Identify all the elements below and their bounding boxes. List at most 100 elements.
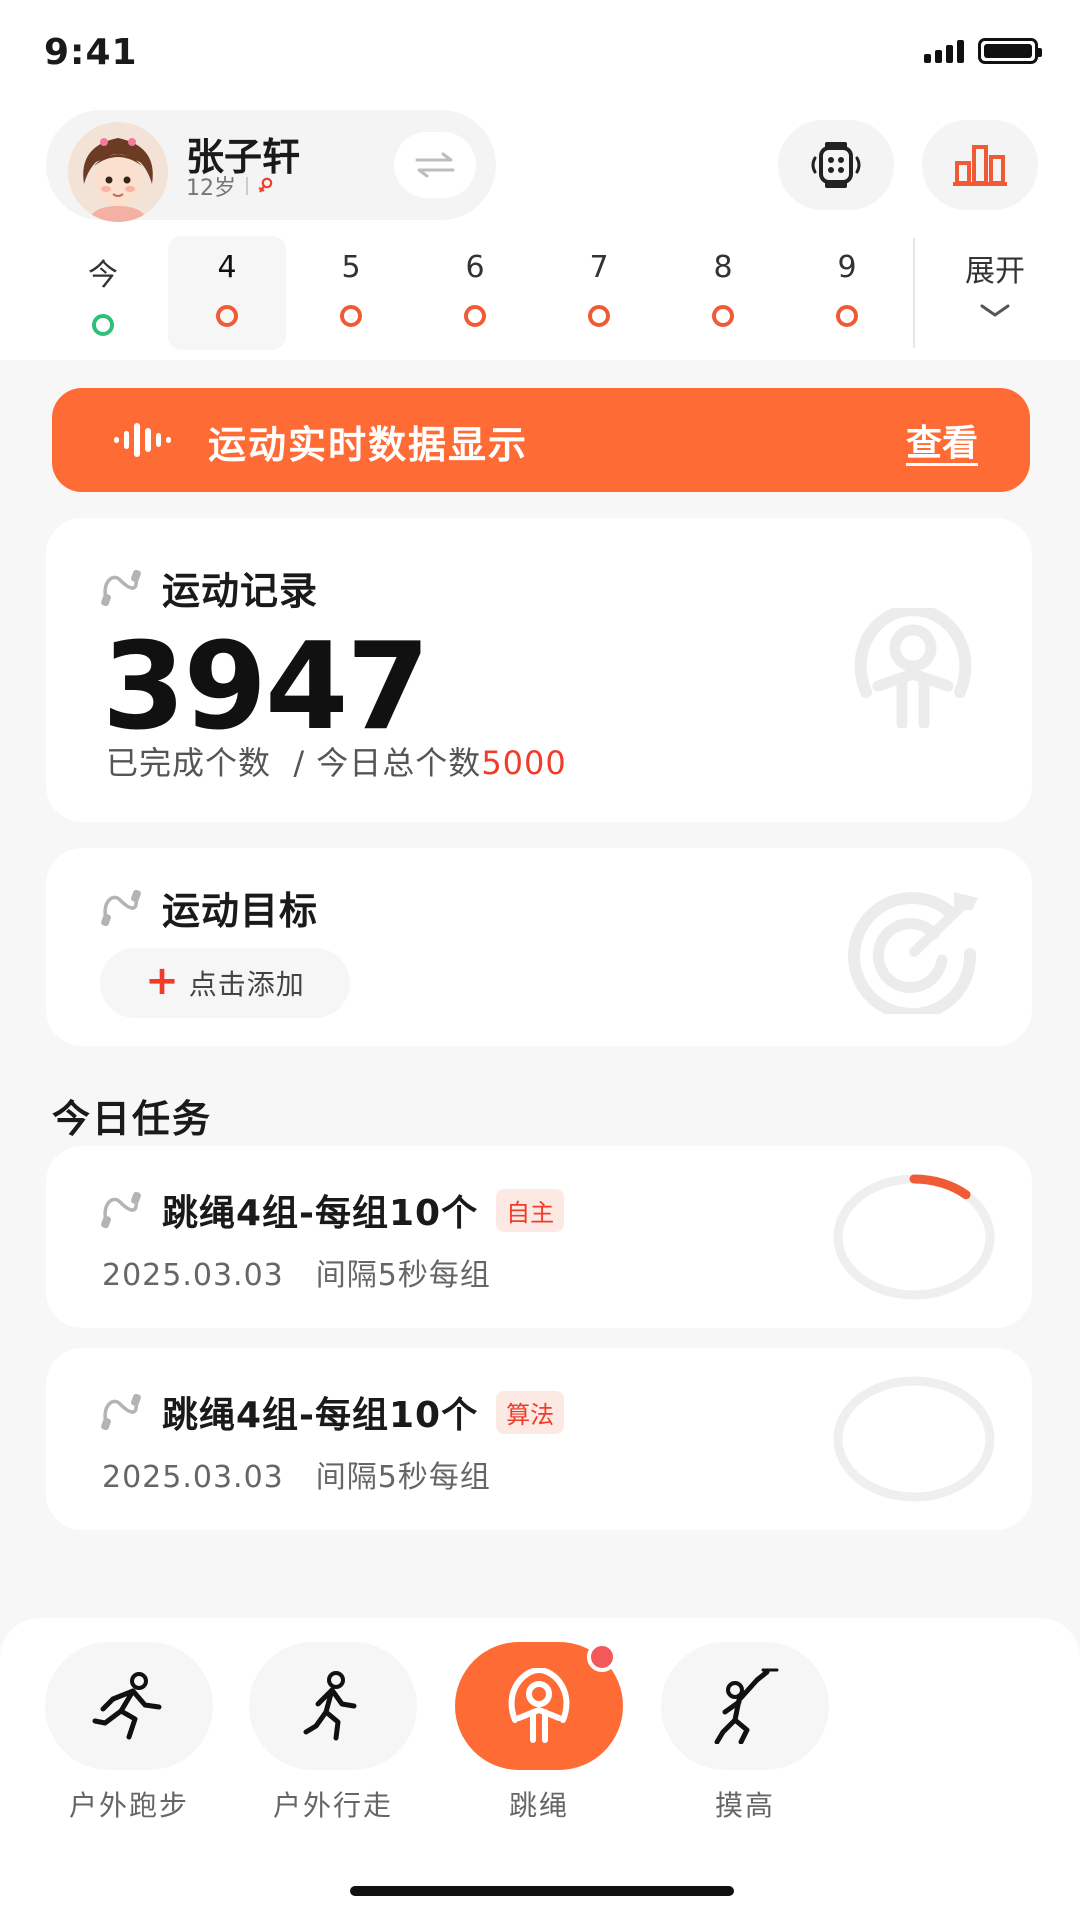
bar-chart-icon: [953, 145, 1007, 186]
status-dot: [588, 305, 610, 327]
banner-title: 运动实时数据显示: [208, 423, 529, 467]
jump-rope-icon: [101, 569, 141, 606]
jump-rope-person-icon: [854, 608, 972, 728]
task-meta: 2025.03.03 间隔5秒每组: [102, 1452, 491, 1496]
date-item-today[interactable]: 今: [44, 236, 162, 350]
card-title: 运动目标: [162, 889, 319, 933]
date-item-5[interactable]: 5: [292, 236, 410, 350]
nav-jump-rope[interactable]: 跳绳: [454, 1642, 624, 1824]
task-card[interactable]: 跳绳4组-每组10个 自主 2025.03.03 间隔5秒每组: [46, 1146, 1032, 1328]
age-divider: [246, 177, 248, 195]
battery-icon: [978, 38, 1042, 64]
status-time: 9:41: [44, 32, 138, 73]
daily-total: 5000: [481, 744, 567, 782]
nav-label: 摸高: [714, 1789, 775, 1822]
completed-count: 3947: [102, 618, 430, 757]
exercise-record-card[interactable]: 运动记录 3947 已完成个数 / 今日总个数5000: [46, 518, 1032, 822]
date-label: 今: [88, 258, 118, 293]
task-date: 2025.03.03: [102, 1460, 284, 1495]
smartwatch-icon: [811, 142, 861, 188]
section-title: 今日任务: [52, 1097, 213, 1141]
nav-label: 跳绳: [508, 1789, 569, 1822]
sound-wave-icon: [114, 423, 171, 457]
date-label: 5: [341, 250, 361, 285]
expand-label: 展开: [965, 254, 1025, 289]
status-dot: [464, 305, 486, 327]
running-icon: [92, 1672, 162, 1740]
status-icons: [924, 38, 1042, 64]
task-note: 间隔5秒每组: [315, 1460, 491, 1495]
jump-rope-icon: [101, 1191, 141, 1229]
task-header: 跳绳4组-每组10个 算法: [98, 1386, 565, 1438]
task-note: 间隔5秒每组: [315, 1258, 491, 1293]
date-item-6[interactable]: 6: [416, 236, 534, 350]
exercise-goal-card[interactable]: 运动目标 + 点击添加: [46, 848, 1032, 1046]
nav-outdoor-walking[interactable]: 户外行走: [248, 1642, 418, 1824]
task-title: 跳绳4组-每组10个: [162, 1395, 479, 1436]
realtime-data-banner[interactable]: 运动实时数据显示 查看: [52, 388, 1030, 492]
date-item-4[interactable]: 4: [168, 236, 286, 350]
task-date: 2025.03.03: [102, 1258, 284, 1293]
card-title: 运动记录: [162, 569, 319, 613]
status-dot: [216, 305, 238, 327]
nav-outdoor-running[interactable]: 户外跑步: [44, 1642, 214, 1824]
progress-ring: [833, 1376, 995, 1502]
nav-icon-circle: [45, 1642, 213, 1770]
nav-label: 户外行走: [272, 1789, 393, 1822]
jump-rope-icon: [101, 889, 141, 926]
chevron-down-icon: [980, 304, 1010, 317]
progress-arc: [909, 1174, 971, 1200]
status-dot: [712, 305, 734, 327]
jump-rope-icon: [508, 1668, 570, 1743]
divider: [913, 238, 915, 348]
date-item-9[interactable]: 9: [788, 236, 906, 350]
swap-icon: [415, 152, 455, 178]
target-icon: [848, 892, 978, 1014]
statistics-button[interactable]: [922, 120, 1038, 210]
status-dot: [92, 314, 114, 336]
date-label: 9: [837, 250, 857, 285]
task-meta: 2025.03.03 间隔5秒每组: [102, 1250, 491, 1294]
switch-user-button[interactable]: [394, 132, 476, 198]
task-card[interactable]: 跳绳4组-每组10个 算法 2025.03.03 间隔5秒每组: [46, 1348, 1032, 1530]
task-header: 跳绳4组-每组10个 自主: [98, 1184, 565, 1236]
nav-icon-circle: [455, 1642, 623, 1770]
date-label: 8: [713, 250, 733, 285]
user-age-text: 12岁: [186, 176, 236, 201]
avatar[interactable]: [68, 122, 168, 222]
nav-touch-high[interactable]: 摸高: [660, 1642, 830, 1824]
nav-icon-circle: [249, 1642, 417, 1770]
task-tag: 算法: [496, 1390, 565, 1434]
add-goal-label: 点击添加: [188, 968, 305, 1001]
female-icon: [258, 177, 273, 193]
card-header: 运动目标: [98, 880, 318, 935]
date-label: 7: [589, 250, 609, 285]
user-age: 12岁: [186, 170, 274, 202]
plus-icon: +: [145, 958, 179, 1004]
add-goal-button[interactable]: + 点击添加: [100, 948, 350, 1018]
date-label: 6: [465, 250, 485, 285]
bottom-nav: 户外跑步 户外行走 跳绳 摸高: [0, 1618, 1080, 1920]
touch-high-icon: [714, 1668, 779, 1744]
device-button[interactable]: [778, 120, 894, 210]
home-indicator: [350, 1886, 734, 1896]
view-link[interactable]: 查看: [906, 414, 978, 466]
signal-icon: [924, 39, 964, 63]
date-item-7[interactable]: 7: [540, 236, 658, 350]
task-title: 跳绳4组-每组10个: [162, 1193, 479, 1234]
date-label: 4: [217, 250, 237, 285]
date-item-8[interactable]: 8: [664, 236, 782, 350]
notification-dot: [587, 1642, 617, 1672]
walking-icon: [303, 1671, 357, 1741]
nav-icon-circle: [661, 1642, 829, 1770]
record-subtitle-text: 已完成个数 / 今日总个数: [106, 744, 482, 782]
expand-calendar-button[interactable]: 展开: [955, 246, 1035, 324]
status-dot: [340, 305, 362, 327]
task-tag: 自主: [496, 1188, 565, 1232]
date-strip: 今 4 5 6 7 8 9: [44, 236, 924, 350]
card-header: 运动记录: [98, 560, 318, 615]
nav-label: 户外跑步: [68, 1789, 189, 1822]
jump-rope-icon: [101, 1393, 141, 1431]
progress-ring: [833, 1174, 995, 1300]
status-dot: [836, 305, 858, 327]
